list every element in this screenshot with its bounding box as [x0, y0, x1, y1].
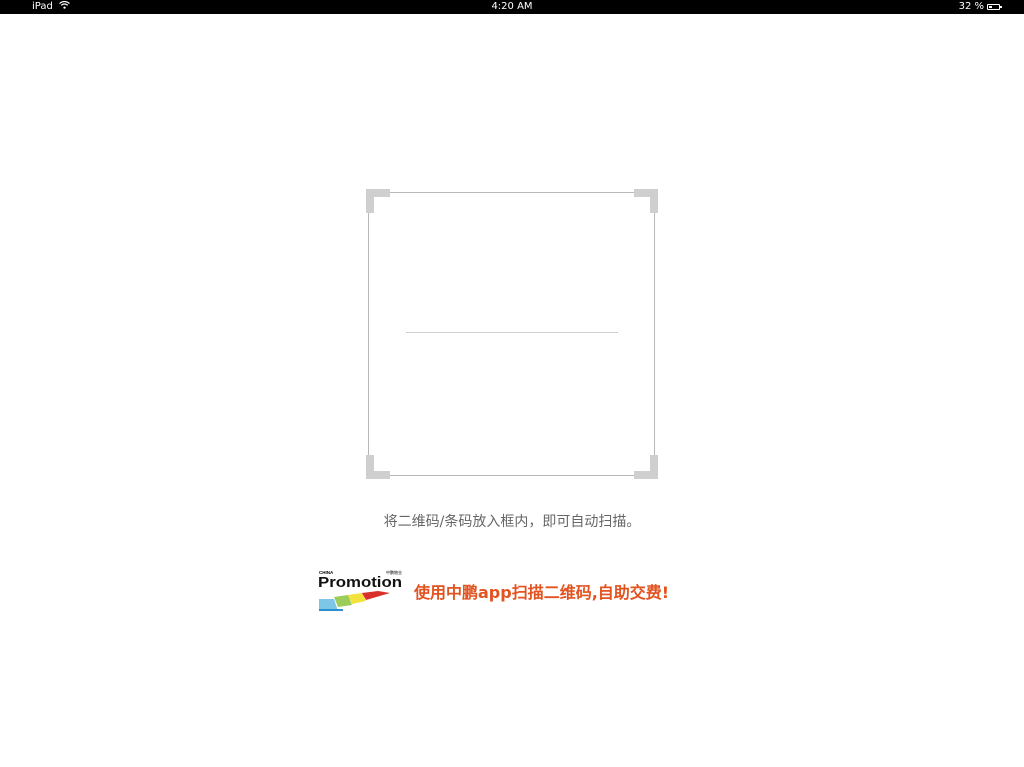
logo-promotion-text: Promotion: [318, 574, 402, 591]
promo-banner: CHINA 中鹏物业 Promotion 使用中鹏app扫描二维码,自助交费!: [318, 569, 669, 613]
scan-corner-bottom-right: [634, 455, 658, 479]
scan-line: [406, 332, 618, 333]
status-right: 32 %: [958, 0, 1002, 14]
battery-icon: [987, 4, 1002, 10]
china-promotion-logo: CHINA 中鹏物业 Promotion: [318, 569, 402, 611]
logo-stripe-red: [362, 591, 390, 600]
status-bar: iPad 4:20 AM 32 %: [0, 0, 1024, 14]
status-time: 4:20 AM: [491, 1, 533, 12]
scan-corner-top-left: [366, 189, 390, 213]
scan-frame: [366, 189, 658, 479]
battery-fill: [989, 6, 992, 8]
battery-percent: 32 %: [958, 1, 984, 12]
logo-stripe-blue-dark: [319, 609, 343, 611]
scan-instruction: 将二维码/条码放入框内，即可自动扫描。: [383, 514, 641, 530]
promo-message: 使用中鹏app扫描二维码,自助交费!: [414, 583, 670, 602]
scan-corner-top-right: [634, 189, 658, 213]
scan-corner-bottom-left: [366, 455, 390, 479]
